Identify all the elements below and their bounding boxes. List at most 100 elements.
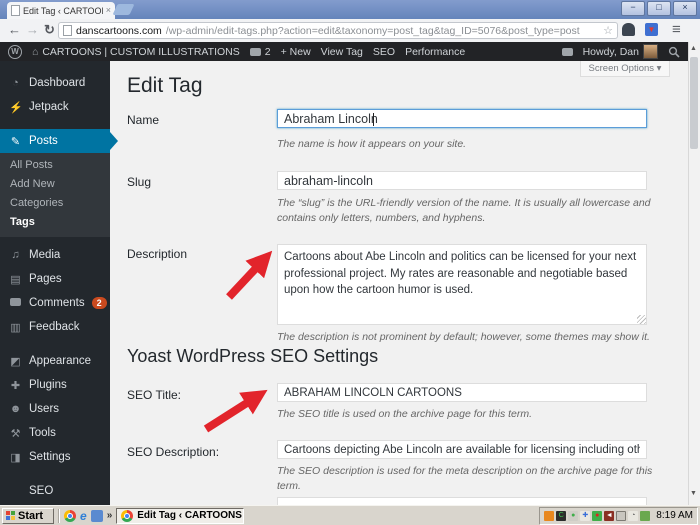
notification-bubble-icon[interactable] [561,47,573,56]
sidebar-item-pages[interactable]: ▤ Pages [0,267,110,291]
tab-favicon-icon [11,5,20,16]
tray-icon-5[interactable]: ● [592,510,603,521]
clock: 8:19 AM [656,510,693,521]
seo-description-help: The SEO description is used for the meta… [277,465,653,492]
wp-sidebar: ◔ Dashboard ⚡ Jetpack ✎ Posts All Posts … [0,61,118,521]
seo-title-help: The SEO title is used on the archive pag… [277,408,533,420]
tray-icon-3[interactable]: ● [568,510,579,521]
url-path: /wp-admin/edit-tags.php?action=edit&taxo… [165,24,580,37]
sidebar-item-comments[interactable]: Comments 2 [0,291,110,315]
text-caret [373,113,374,126]
adminbar-seo[interactable]: SEO [373,46,395,58]
slug-help: The “slug” is the URL-friendly version o… [277,197,651,224]
page-icon [63,25,72,36]
sidebar-item-all-posts[interactable]: All Posts [0,156,110,175]
yoast-section-title: Yoast WordPress SEO Settings [127,346,379,366]
seo-description-input[interactable] [277,440,647,459]
description-textarea[interactable]: Cartoons about Abe Lincoln and politics … [277,244,647,325]
wordpress-logo-icon[interactable]: W [8,44,22,59]
sidebar-item-feedback[interactable]: ▥ Feedback [0,315,110,339]
tools-icon: ⚒ [10,427,21,440]
dashboard-icon: ◔ [12,77,19,89]
tray-icon-1[interactable] [544,510,555,521]
textarea-resize-handle[interactable] [637,315,646,324]
sidebar-item-plugins[interactable]: ✚ Plugins [0,373,110,397]
adminbar-new-button[interactable]: + New [281,46,311,58]
sidebar-item-settings[interactable]: ◨ Settings [0,445,110,469]
quicklaunch-app-icon[interactable] [90,509,103,522]
scroll-down-icon[interactable]: ▼ [690,490,697,497]
adminbar-site-name[interactable]: ⌂ CARTOONS | CUSTOM ILLUSTRATIONS [32,46,240,58]
sidebar-item-tags[interactable]: Tags [0,213,110,232]
jetpack-icon: ⚡ [9,101,23,114]
comments-count-badge: 2 [91,297,107,309]
sidebar-item-seo[interactable]: SEO [0,479,110,503]
ghostery-extension-icon[interactable] [622,23,635,36]
media-icon: ♫ [11,249,20,261]
screen: Edit Tag ‹ CARTOONS | CUS × − □ × ← → ↻ … [0,0,700,525]
scrollbar-thumb[interactable] [690,57,698,149]
description-label: Description [127,247,188,261]
sidebar-item-appearance[interactable]: ◩ Appearance [0,349,110,373]
scroll-up-icon[interactable]: ▲ [690,45,697,52]
url-bar[interactable]: danscartoons.com /wp-admin/edit-tags.php… [58,22,618,39]
wp-admin-bar: W ⌂ CARTOONS | CUSTOM ILLUSTRATIONS 2 + … [0,42,688,61]
display-icon[interactable] [616,510,627,521]
taskbar-task-button[interactable]: Edit Tag ‹ CARTOONS ... [116,507,245,524]
adminbar-comments[interactable]: 2 [249,46,271,58]
comment-bubble-icon [249,47,261,56]
bookmark-star-icon[interactable]: ☆ [603,24,613,37]
home-icon: ⌂ [32,45,39,58]
name-label: Name [127,113,160,127]
tray-icon-2[interactable]: C [556,510,567,521]
internet-explorer-icon[interactable]: e [80,509,87,523]
sidebar-item-users[interactable]: ☻ Users [0,397,110,421]
chrome-task-icon [121,509,134,522]
restore-button[interactable]: □ [647,1,671,16]
extension-icon[interactable]: ▼ [645,23,658,36]
volume-icon[interactable]: ◄ [604,510,615,521]
forward-icon[interactable]: → [26,22,39,37]
browser-menu-icon[interactable]: ≡ [672,21,681,38]
seo-description-label: SEO Description: [127,445,220,459]
sidebar-item-categories[interactable]: Categories [0,194,110,213]
sidebar-item-media[interactable]: ♫ Media [0,243,110,267]
sidebar-item-add-new[interactable]: Add New [0,175,110,194]
seo-title-label: SEO Title: [127,388,182,402]
red-arrow-seo-title [203,389,268,433]
adminbar-view-tag[interactable]: View Tag [321,46,363,58]
minimize-button[interactable]: − [621,1,645,16]
back-icon[interactable]: ← [8,22,21,37]
tray-icon-9[interactable] [640,510,651,521]
description-help: The description is not prominent by defa… [277,331,650,343]
pages-icon: ▤ [10,273,21,286]
slug-label: Slug [127,175,152,189]
browser-tab[interactable]: Edit Tag ‹ CARTOONS | CUS × [7,2,115,19]
sidebar-item-posts[interactable]: ✎ Posts [0,129,118,153]
sidebar-item-dashboard[interactable]: ◔ Dashboard [0,71,110,95]
sidebar-item-jetpack[interactable]: ⚡ Jetpack [0,95,110,119]
quicklaunch-overflow-icon[interactable]: » [107,510,113,521]
settings-icon: ◨ [10,451,21,464]
divider [58,508,60,523]
appearance-icon: ◩ [10,355,21,368]
reload-icon[interactable]: ↻ [44,22,55,38]
tab-close-icon[interactable]: × [106,6,111,15]
sidebar-item-tools[interactable]: ⚒ Tools [0,421,110,445]
url-domain: danscartoons.com [76,24,162,37]
screen-options-button[interactable]: Screen Options ▾ [580,61,670,77]
chrome-quicklaunch-icon[interactable] [64,509,76,522]
plugins-icon: ✚ [10,379,21,392]
tray-icon-8[interactable]: ◔ [628,510,639,521]
search-icon[interactable] [668,46,680,58]
adminbar-performance[interactable]: Performance [405,46,465,58]
tab-title: Edit Tag ‹ CARTOONS | CUS [23,5,103,16]
slug-input[interactable] [277,171,647,190]
start-button[interactable]: Start [2,507,54,524]
adminbar-account[interactable]: Howdy, Dan [583,44,658,59]
seo-title-input[interactable] [277,383,647,402]
close-button[interactable]: × [673,1,697,16]
tray-icon-4[interactable]: ✚ [580,510,591,521]
red-arrow-description [226,250,273,300]
name-input[interactable] [277,109,647,128]
